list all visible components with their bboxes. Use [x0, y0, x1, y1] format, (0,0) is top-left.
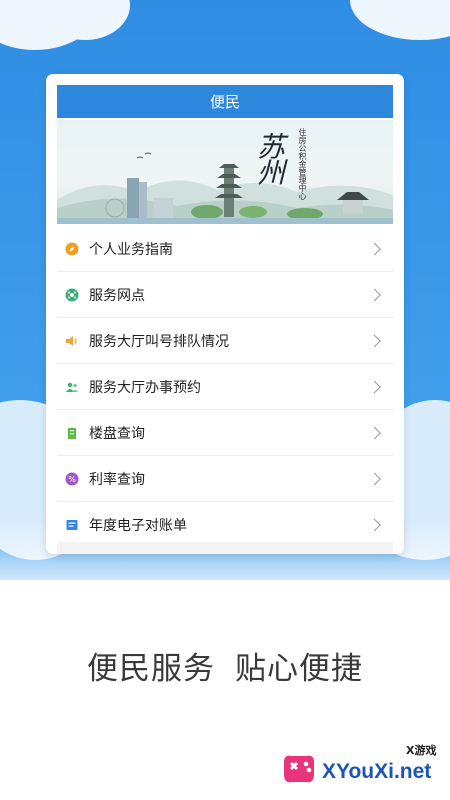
speaker-icon	[65, 334, 79, 348]
menu-item-label: 服务大厅叫号排队情况	[89, 333, 229, 350]
menu-item-label: 服务大厅办事预约	[89, 379, 201, 396]
network-icon	[65, 288, 79, 302]
menu-item-label: 年度电子对账单	[89, 517, 187, 534]
menu-item-label: 楼盘查询	[89, 425, 145, 442]
menu-item-appointment[interactable]: 服务大厅办事预约	[57, 364, 393, 410]
menu-item-label: 利率查询	[89, 471, 145, 488]
menu-list: 个人业务指南 服务网点 服务大厅叫号排队情况 服务大厅办事预约 楼盘查询 % 利…	[57, 226, 393, 548]
banner-image: 苏州 住房公积金管理中心	[57, 120, 393, 224]
city-skyline-illustration	[57, 152, 393, 224]
gamepad-logo-icon	[284, 755, 314, 783]
chevron-right-icon	[368, 380, 381, 393]
watermark: XYouXi.net X游戏	[278, 742, 446, 794]
tagline-part-1: 便民服务	[87, 651, 215, 687]
chevron-right-icon	[368, 426, 381, 439]
tagline: 便民服务 贴心便捷	[0, 643, 450, 688]
bill-icon	[65, 518, 79, 532]
chevron-right-icon	[368, 334, 381, 347]
main-card: 便民 苏州 住房公积金管理中心 个人业务指南 服务网点 服务大厅叫号排队情况 服…	[46, 74, 404, 554]
chevron-right-icon	[368, 242, 381, 255]
card-footer	[57, 542, 393, 554]
menu-item-personal-guide[interactable]: 个人业务指南	[57, 226, 393, 272]
svg-text:%: %	[68, 475, 76, 484]
menu-item-label: 服务网点	[89, 287, 145, 304]
menu-item-queue-status[interactable]: 服务大厅叫号排队情况	[57, 318, 393, 364]
watermark-subtext: X游戏	[406, 744, 437, 757]
banner-subtitle: 住房公积金管理中心	[298, 128, 307, 200]
banner-city-title: 苏州	[253, 132, 286, 184]
chevron-right-icon	[368, 288, 381, 301]
menu-item-service-outlets[interactable]: 服务网点	[57, 272, 393, 318]
watermark-text: XYouXi.net	[322, 760, 432, 783]
card-header: 便民	[57, 85, 393, 118]
card-header-title: 便民	[209, 93, 240, 111]
percent-icon: %	[65, 472, 79, 486]
chevron-right-icon	[368, 518, 381, 531]
building-icon	[65, 426, 79, 440]
compass-icon	[65, 242, 79, 256]
users-icon	[65, 380, 79, 394]
chevron-right-icon	[368, 472, 381, 485]
tagline-part-2: 贴心便捷	[235, 651, 363, 687]
cloud-top-right	[350, 0, 450, 40]
menu-item-label: 个人业务指南	[89, 241, 173, 258]
menu-item-rate-query[interactable]: % 利率查询	[57, 456, 393, 502]
menu-item-property-query[interactable]: 楼盘查询	[57, 410, 393, 456]
